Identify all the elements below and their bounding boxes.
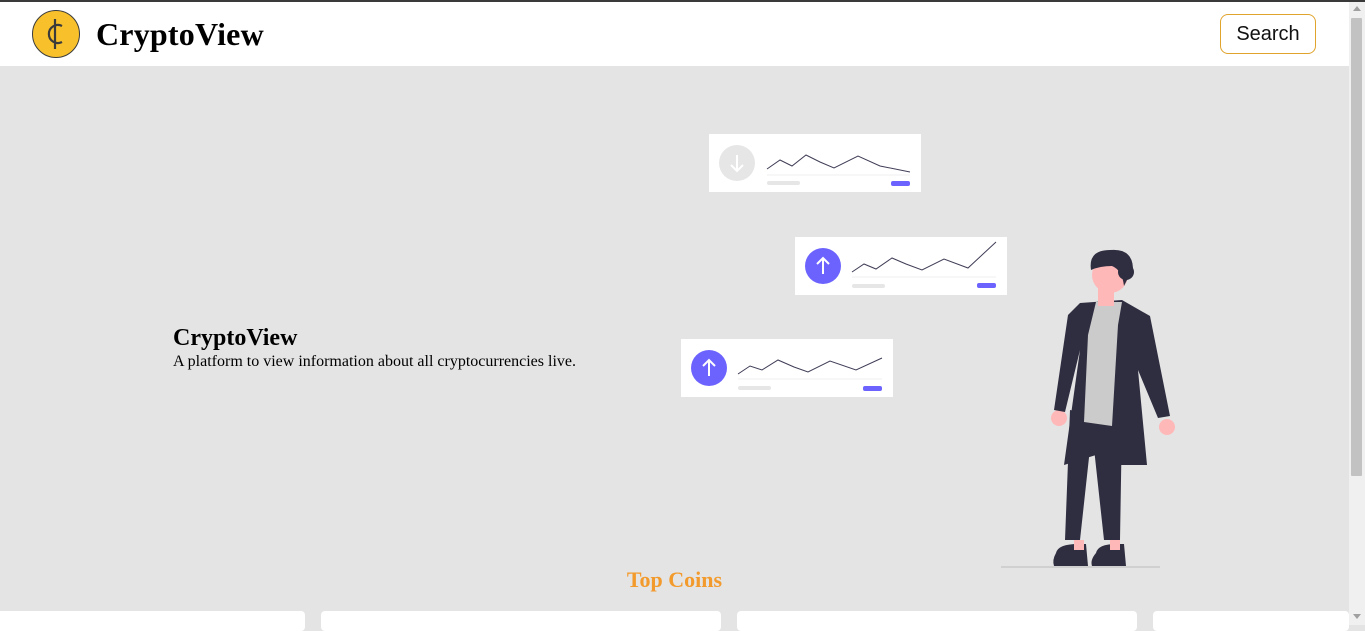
trend-card-up-2 (681, 339, 893, 397)
hero-subtitle: A platform to view information about all… (173, 353, 576, 370)
coin-card[interactable] (321, 611, 721, 631)
coin-card[interactable] (1153, 611, 1349, 631)
investor-illustration (681, 134, 1175, 568)
scroll-down-icon[interactable] (1353, 614, 1361, 619)
search-button[interactable]: Search (1220, 14, 1316, 54)
brand-title[interactable]: CryptoView (96, 16, 264, 53)
cent-coin-icon[interactable] (32, 10, 80, 58)
trend-card-up-1 (795, 237, 1007, 295)
coin-card[interactable] (0, 611, 305, 631)
person-figure (1001, 249, 1175, 568)
hero-title: CryptoView (173, 325, 298, 351)
vertical-scrollbar[interactable] (1349, 2, 1365, 625)
scroll-thumb[interactable] (1351, 18, 1362, 476)
trend-card-down (709, 134, 921, 192)
top-coins-heading: Top Coins (626, 567, 723, 592)
scroll-up-icon[interactable] (1353, 6, 1361, 11)
coin-card[interactable] (737, 611, 1137, 631)
navbar: CryptoView Search (0, 2, 1349, 66)
